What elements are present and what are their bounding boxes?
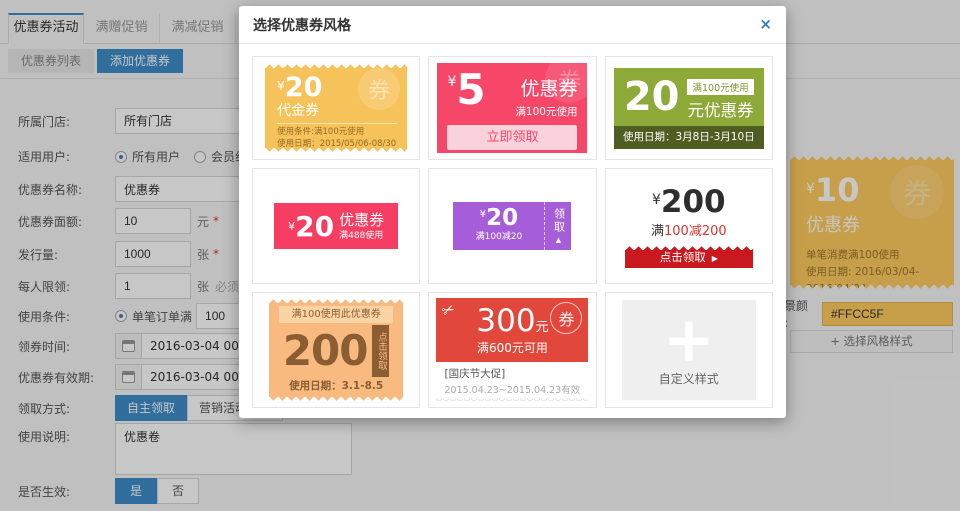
coupon-style-card-8[interactable]: ✂ 券 300元 满600元可用 [国庆节大促] 2015.04.23~2015… xyxy=(428,292,596,408)
click-claim-vertical-button: 点击领取 xyxy=(372,325,389,377)
claim-now-button: 立即领取 xyxy=(447,125,577,150)
coupon-green: 20 满100元使用 元优惠券 使用日期：3月8日-3月10日 xyxy=(614,68,764,149)
coupon-style-card-5[interactable]: ¥20 满100减20 领取 ▲ xyxy=(428,168,596,284)
claim-label: 领取 xyxy=(550,208,566,234)
coupon-purple: ¥20 满100减20 领取 ▲ xyxy=(453,202,571,250)
modal-title: 选择优惠券风格 xyxy=(253,15,351,35)
coupon-watermark: 券 xyxy=(358,68,400,110)
coupon-style-card-2[interactable]: 券 ¥5 优惠券 满100元使用 立即领取 xyxy=(428,56,596,160)
click-claim-button: 点击领取▶ xyxy=(625,245,753,268)
coupon-white-red: ¥200 满100减200 点击领取▶ xyxy=(625,184,753,268)
plus-icon: + xyxy=(663,314,715,366)
modal-header: 选择优惠券风格 × xyxy=(239,6,786,44)
coupon-style-card-3[interactable]: 20 满100元使用 元优惠券 使用日期：3月8日-3月10日 xyxy=(605,56,773,160)
custom-style-tile: + 自定义样式 xyxy=(622,300,756,400)
coupon-style-card-1[interactable]: 券 ¥20 代金券 使用条件:满100元使用 使用日期：2015/05/06-0… xyxy=(252,56,420,160)
coupon-style-card-4[interactable]: ¥20 优惠券 满488使用 xyxy=(252,168,420,284)
close-icon[interactable]: × xyxy=(759,17,772,32)
coupon-red-ticket: ✂ 券 300元 满600元可用 [国庆节大促] 2015.04.23~2015… xyxy=(436,298,588,402)
currency-symbol: ¥ xyxy=(652,192,661,208)
wave-edge xyxy=(436,398,588,402)
currency-symbol: ¥ xyxy=(277,79,285,93)
coupon-yellow: 券 ¥20 代金券 使用条件:满100元使用 使用日期：2015/05/06-0… xyxy=(265,63,407,153)
triangle-right-icon: ▶ xyxy=(712,254,718,263)
coupon-style-card-7[interactable]: 满100使用此优惠券 200 点击领取 使用日期：3.1-8.5 xyxy=(252,292,420,408)
coupon-style-card-6[interactable]: ¥200 满100减200 点击领取▶ xyxy=(605,168,773,284)
triangle-up-icon: ▲ xyxy=(556,236,561,244)
currency-symbol: ¥ xyxy=(288,220,295,233)
coupon-pink: 券 ¥5 优惠券 满100元使用 立即领取 xyxy=(437,63,587,153)
coupon-style-card-custom[interactable]: + 自定义样式 xyxy=(605,292,773,408)
coupon-style-modal: 选择优惠券风格 × 券 ¥20 代金券 使用条件:满100元使用 使用日期：20… xyxy=(239,6,786,418)
coupon-pink-banner: ¥20 优惠券 满488使用 xyxy=(274,203,398,249)
coupon-style-grid: 券 ¥20 代金券 使用条件:满100元使用 使用日期：2015/05/06-0… xyxy=(239,44,786,418)
coupon-orange: 满100使用此优惠券 200 点击领取 使用日期：3.1-8.5 xyxy=(269,298,403,402)
